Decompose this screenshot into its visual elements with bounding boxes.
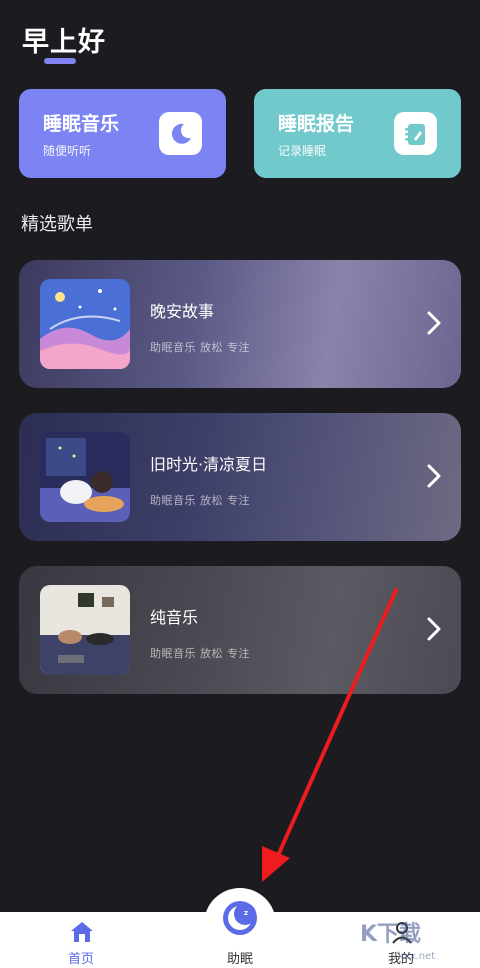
playlist-name: 纯音乐: [150, 608, 199, 627]
sleep-report-subtitle: 记录睡眠: [278, 144, 327, 158]
sleep-music-title: 睡眠音乐: [43, 113, 120, 135]
playlist-card-pure-music[interactable]: 纯音乐 助眠音乐 放松 专注: [19, 566, 461, 694]
playlist-name: 晚安故事: [150, 302, 215, 321]
svg-text:z: z: [244, 909, 248, 917]
sleep-music-card[interactable]: 睡眠音乐 随便听听: [19, 89, 226, 178]
playlist-card-goodnight-stories[interactable]: 晚安故事 助眠音乐 放松 专注: [19, 260, 461, 388]
sleep-moon-button-icon[interactable]: z: [218, 896, 262, 940]
watermark-logo: K下载: [360, 922, 422, 947]
notebook-icon: [394, 112, 437, 155]
nav-tab-home[interactable]: 首页: [36, 912, 126, 968]
playlist-cover-image: [40, 432, 130, 522]
playlist-card-summer-memories[interactable]: 旧时光·清凉夏日 助眠音乐 放松 专注: [19, 413, 461, 541]
playlist-cover-image: [40, 585, 130, 675]
playlist-name: 旧时光·清凉夏日: [150, 455, 268, 474]
sleep-report-card[interactable]: 睡眠报告 记录睡眠: [254, 89, 461, 178]
featured-playlists-heading: 精选歌单: [21, 214, 93, 235]
moon-icon: [159, 112, 202, 155]
sleep-report-title: 睡眠报告: [278, 113, 355, 135]
playlist-cover-image: [40, 279, 130, 369]
nav-label-home: 首页: [67, 952, 94, 967]
sleep-music-subtitle: 随便听听: [43, 144, 92, 158]
greeting-title: 早上好: [22, 27, 106, 58]
watermark-url: kxx.net: [398, 951, 436, 962]
chevron-right-icon: [427, 464, 441, 488]
home-icon: [71, 922, 93, 942]
playlist-tags: 助眠音乐 放松 专注: [150, 494, 250, 507]
greeting-underline: [44, 58, 76, 64]
nav-label-sleep: 助眠: [226, 952, 253, 967]
chevron-right-icon: [427, 311, 441, 335]
playlist-tags: 助眠音乐 放松 专注: [150, 341, 250, 354]
playlist-tags: 助眠音乐 放松 专注: [150, 647, 250, 660]
chevron-right-icon: [427, 617, 441, 641]
